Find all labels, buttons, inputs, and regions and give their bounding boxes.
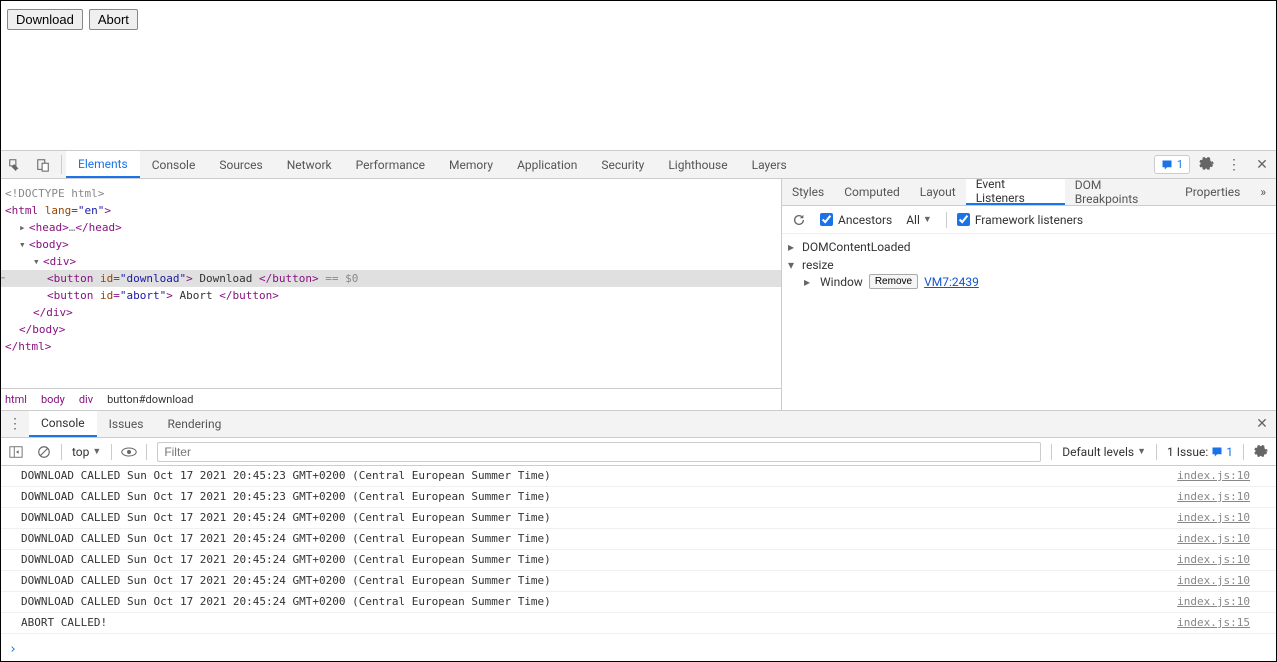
console-row: DOWNLOAD CALLED Sun Oct 17 2021 20:45:23…: [1, 466, 1276, 487]
console-source-link[interactable]: index.js:10: [1177, 511, 1256, 525]
clear-console-icon[interactable]: [33, 441, 55, 463]
console-prompt[interactable]: ›: [1, 638, 1276, 661]
console-row: ABORT CALLED!index.js:15: [1, 613, 1276, 634]
scope-select[interactable]: All ▼: [902, 213, 936, 227]
elements-panel: <!DOCTYPE html> <html lang="en"> ▸<head>…: [1, 179, 782, 410]
drawer-tab-issues[interactable]: Issues: [97, 411, 156, 437]
console-source-link[interactable]: index.js:10: [1177, 532, 1256, 546]
sidebar-tab-styles[interactable]: Styles: [782, 179, 834, 205]
context-select[interactable]: top ▼: [68, 445, 105, 459]
event-listener-item[interactable]: ▸DOMContentLoaded: [788, 238, 1270, 256]
page-viewport: Download Abort: [1, 1, 1276, 151]
framework-checkbox[interactable]: Framework listeners: [957, 213, 1083, 227]
expand-arrow-icon[interactable]: ▸: [804, 275, 814, 289]
console-message: DOWNLOAD CALLED Sun Oct 17 2021 20:45:24…: [21, 595, 1177, 609]
console-row: DOWNLOAD CALLED Sun Oct 17 2021 20:45:24…: [1, 592, 1276, 613]
console-message: DOWNLOAD CALLED Sun Oct 17 2021 20:45:24…: [21, 553, 1177, 567]
tab-memory[interactable]: Memory: [437, 151, 505, 178]
console-row: DOWNLOAD CALLED Sun Oct 17 2021 20:45:24…: [1, 529, 1276, 550]
vm-source-link[interactable]: VM7:2439: [924, 275, 979, 289]
console-message: DOWNLOAD CALLED Sun Oct 17 2021 20:45:23…: [21, 469, 1177, 483]
console-drawer: ⋮ Console Issues Rendering ✕ top ▼: [1, 410, 1276, 661]
close-devtools-icon[interactable]: ✕: [1248, 151, 1276, 178]
console-source-link[interactable]: index.js:10: [1177, 574, 1256, 588]
breadcrumb-item[interactable]: html: [5, 393, 27, 406]
abort-button[interactable]: Abort: [89, 9, 138, 30]
event-target-label: Window: [820, 275, 863, 289]
ancestors-checkbox-input[interactable]: [820, 213, 833, 226]
breadcrumb: html body div button#download: [1, 388, 781, 410]
sidebar-more-icon[interactable]: »: [1250, 179, 1276, 205]
drawer-tab-console[interactable]: Console: [29, 411, 97, 437]
console-row: DOWNLOAD CALLED Sun Oct 17 2021 20:45:24…: [1, 571, 1276, 592]
collapse-arrow-icon[interactable]: ▾: [788, 256, 798, 274]
console-source-link[interactable]: index.js:10: [1177, 553, 1256, 567]
console-source-link[interactable]: index.js:10: [1177, 595, 1256, 609]
console-row: DOWNLOAD CALLED Sun Oct 17 2021 20:45:23…: [1, 487, 1276, 508]
inspect-icon[interactable]: [1, 151, 29, 178]
console-message: DOWNLOAD CALLED Sun Oct 17 2021 20:45:23…: [21, 490, 1177, 504]
console-row: DOWNLOAD CALLED Sun Oct 17 2021 20:45:24…: [1, 508, 1276, 529]
console-filter-input[interactable]: [157, 442, 1041, 462]
tab-layers[interactable]: Layers: [740, 151, 799, 178]
sidebar-tab-computed[interactable]: Computed: [834, 179, 910, 205]
console-message: DOWNLOAD CALLED Sun Oct 17 2021 20:45:24…: [21, 511, 1177, 525]
ancestors-label: Ancestors: [838, 213, 892, 227]
console-message: DOWNLOAD CALLED Sun Oct 17 2021 20:45:24…: [21, 574, 1177, 588]
console-message: ABORT CALLED!: [21, 616, 1177, 630]
console-settings-gear-icon[interactable]: [1250, 441, 1272, 463]
framework-checkbox-input[interactable]: [957, 213, 970, 226]
sidebar-tab-properties[interactable]: Properties: [1175, 179, 1250, 205]
dom-doctype: <!DOCTYPE html>: [5, 187, 104, 200]
devtools-tabbar: Elements Console Sources Network Perform…: [1, 151, 1276, 179]
tab-performance[interactable]: Performance: [344, 151, 437, 178]
console-source-link[interactable]: index.js:10: [1177, 469, 1256, 483]
chevron-down-icon: ▼: [923, 214, 932, 225]
styles-sidebar: Styles Computed Layout Event Listeners D…: [782, 179, 1276, 410]
ancestors-checkbox[interactable]: Ancestors: [820, 213, 892, 227]
sidebar-tab-event-listeners[interactable]: Event Listeners: [966, 179, 1065, 205]
console-output[interactable]: DOWNLOAD CALLED Sun Oct 17 2021 20:45:23…: [1, 466, 1276, 638]
more-vert-icon[interactable]: ⋮: [1220, 151, 1248, 178]
tab-lighthouse[interactable]: Lighthouse: [656, 151, 739, 178]
issue-count: 1: [1177, 158, 1183, 171]
console-message: DOWNLOAD CALLED Sun Oct 17 2021 20:45:24…: [21, 532, 1177, 546]
tab-elements[interactable]: Elements: [66, 151, 140, 178]
tab-network[interactable]: Network: [275, 151, 344, 178]
issues-chip[interactable]: 1: [1154, 155, 1190, 174]
chevron-down-icon: ▼: [92, 446, 101, 457]
drawer-tab-rendering[interactable]: Rendering: [155, 411, 233, 437]
console-sidebar-toggle-icon[interactable]: [5, 441, 27, 463]
sidebar-tab-layout[interactable]: Layout: [910, 179, 966, 205]
download-button[interactable]: Download: [7, 9, 83, 30]
console-source-link[interactable]: index.js:10: [1177, 490, 1256, 504]
console-row: DOWNLOAD CALLED Sun Oct 17 2021 20:45:24…: [1, 550, 1276, 571]
expand-arrow-icon[interactable]: ▸: [788, 238, 798, 256]
log-levels-select[interactable]: Default levels ▼: [1058, 445, 1150, 459]
refresh-icon[interactable]: [788, 209, 810, 231]
breadcrumb-item[interactable]: div: [79, 393, 93, 406]
live-expression-icon[interactable]: [118, 441, 140, 463]
event-listener-item[interactable]: ▾resize: [788, 256, 1270, 274]
remove-listener-button[interactable]: Remove: [869, 274, 918, 289]
dom-tree[interactable]: <!DOCTYPE html> <html lang="en"> ▸<head>…: [1, 179, 781, 388]
chevron-down-icon: ▼: [1137, 446, 1146, 457]
framework-label: Framework listeners: [975, 213, 1083, 227]
tab-application[interactable]: Application: [505, 151, 589, 178]
device-toggle-icon[interactable]: [29, 151, 57, 178]
console-source-link[interactable]: index.js:15: [1177, 616, 1256, 630]
drawer-close-icon[interactable]: ✕: [1248, 411, 1276, 437]
dom-selected-node[interactable]: <button id="download"> Download </button…: [1, 270, 781, 287]
tab-console[interactable]: Console: [140, 151, 208, 178]
tab-sources[interactable]: Sources: [207, 151, 274, 178]
tab-security[interactable]: Security: [589, 151, 656, 178]
settings-gear-icon[interactable]: [1192, 151, 1220, 178]
drawer-menu-icon[interactable]: ⋮: [1, 411, 29, 437]
issues-link[interactable]: 1 Issue: 1: [1163, 445, 1237, 459]
sidebar-tab-dom-breakpoints[interactable]: DOM Breakpoints: [1065, 179, 1175, 205]
breadcrumb-item[interactable]: body: [41, 393, 65, 406]
breadcrumb-item[interactable]: button#download: [107, 393, 193, 406]
